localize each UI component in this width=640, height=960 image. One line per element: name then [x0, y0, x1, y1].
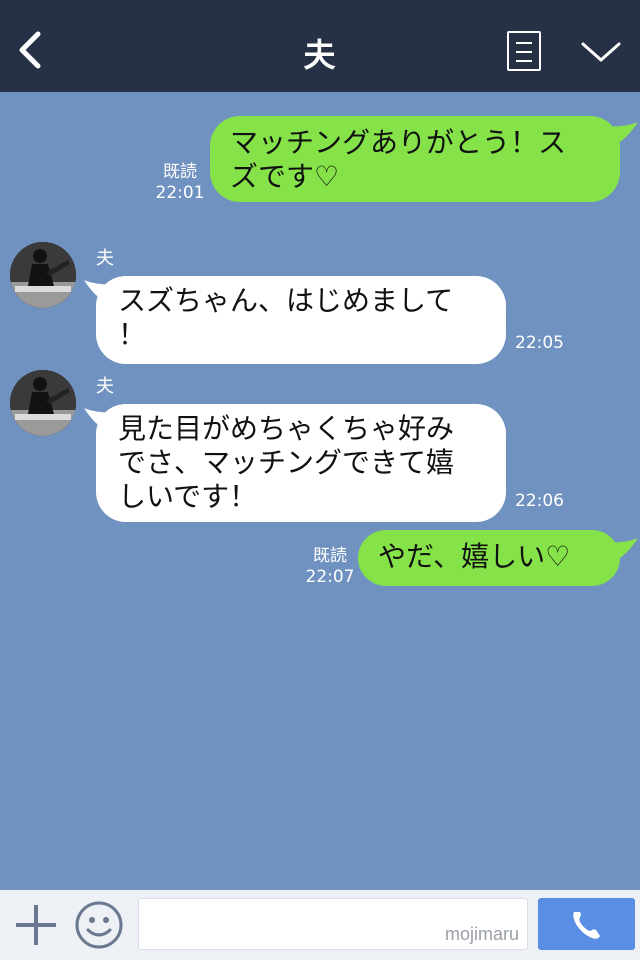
bubble-tail: [600, 122, 638, 146]
add-button[interactable]: [14, 903, 58, 947]
message-time: 22:07: [305, 567, 355, 587]
menu-button[interactable]: [507, 31, 541, 71]
message-line: でさ、マッチングできて嬉: [118, 446, 455, 479]
message-time: 22:05: [515, 333, 564, 353]
sender-name: 夫: [96, 376, 114, 397]
message-time: 22:06: [515, 491, 564, 511]
list-icon-line: [516, 51, 532, 53]
message-line: ズです♡: [230, 160, 340, 193]
watermark: mojimaru: [444, 924, 519, 944]
call-button[interactable]: [538, 898, 635, 950]
message-line: ！: [118, 318, 147, 351]
avatar-image: [10, 370, 76, 436]
message-line: しいです！: [118, 480, 258, 513]
read-receipt: 既読: [163, 162, 197, 182]
emoji-button[interactable]: [74, 900, 124, 950]
message-line: やだ、嬉しい♡: [378, 540, 571, 573]
sender-name: 夫: [96, 248, 114, 269]
plus-icon: [16, 905, 56, 945]
list-icon-line: [516, 42, 532, 44]
chat-area[interactable]: マッチングありがとう！ス ズです♡ 既読 22:01 夫 スズちゃん、はじめまし…: [0, 92, 640, 890]
phone-icon: [573, 912, 600, 939]
avatar[interactable]: [10, 370, 76, 436]
avatar-image: [10, 242, 76, 308]
message-line: スズちゃん、はじめまして: [118, 284, 454, 317]
read-receipt: 既読: [313, 546, 347, 566]
message-meta: 既読 22:07: [304, 546, 356, 588]
bubble-tail: [600, 538, 638, 562]
header-bar: 夫: [0, 0, 640, 92]
incoming-message-bubble[interactable]: スズちゃん、はじめまして ！: [96, 276, 506, 364]
message-time: 22:01: [155, 183, 205, 203]
collapse-button[interactable]: [579, 38, 623, 68]
incoming-message-bubble[interactable]: 見た目がめちゃくちゃ好み でさ、マッチングできて嬉 しいです！: [96, 404, 506, 522]
list-icon-line: [516, 60, 532, 62]
smiley-icon: [75, 901, 123, 949]
avatar[interactable]: [10, 242, 76, 308]
outgoing-message-bubble[interactable]: やだ、嬉しい♡: [358, 530, 620, 586]
message-input[interactable]: mojimaru: [138, 898, 528, 950]
chevron-down-icon: [581, 42, 621, 62]
chat-title: 夫: [303, 36, 337, 74]
message-line: マッチングありがとう！ス: [230, 126, 567, 159]
outgoing-message-bubble[interactable]: マッチングありがとう！ス ズです♡: [210, 116, 620, 202]
message-meta: 既読 22:01: [154, 162, 206, 204]
message-line: 見た目がめちゃくちゃ好み: [118, 412, 455, 445]
